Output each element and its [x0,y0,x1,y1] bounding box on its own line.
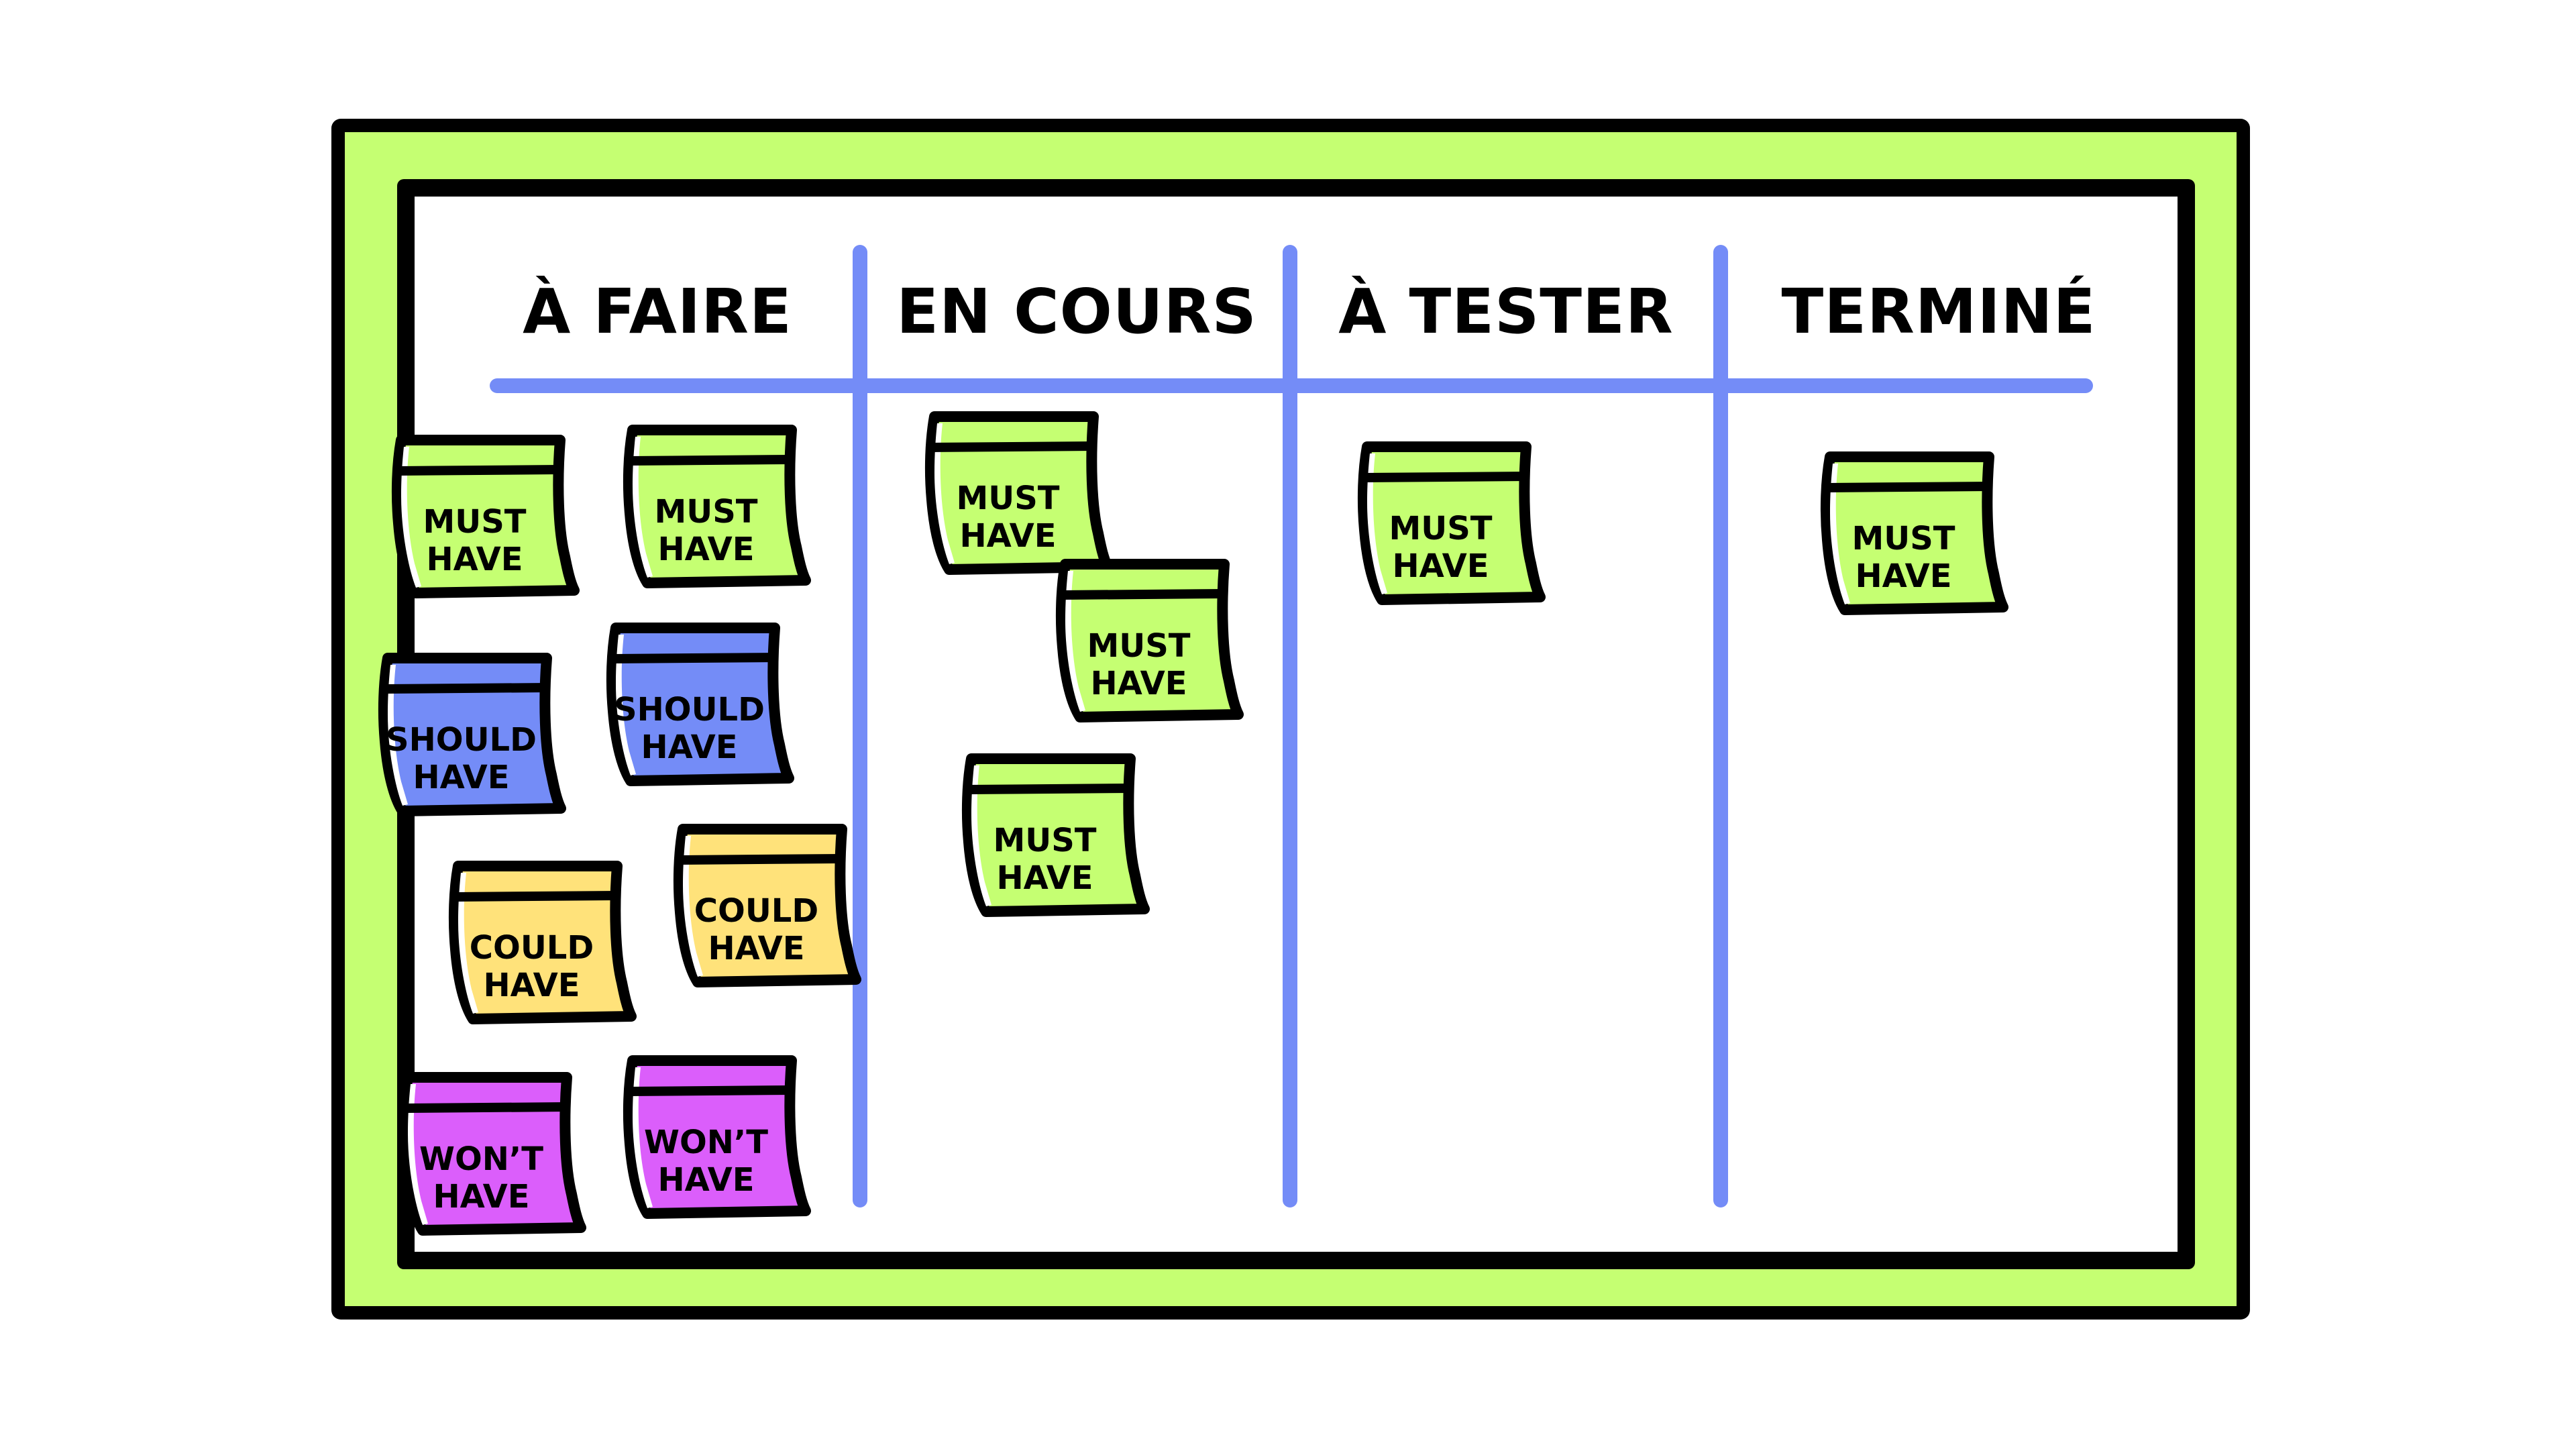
sticky-note-wont[interactable]: WON’T HAVE [396,1067,586,1244]
column-divider-1 [853,245,867,1208]
sticky-note-label: SHOULD HAVE [382,721,540,796]
sticky-note-label-line2: HAVE [413,759,510,796]
sticky-note-label: MUST HAVE [627,493,785,568]
sticky-note-label: WON’T HAVE [627,1124,785,1199]
sticky-note-label-line2: HAVE [433,1178,530,1216]
sticky-note-label-line1: WON’T [419,1140,543,1178]
sticky-note-must[interactable]: MUST HAVE [1053,553,1244,731]
sticky-note-must[interactable]: MUST HAVE [621,419,811,597]
sticky-note-label-line1: SHOULD [614,691,765,729]
column-header-en-cours: EN COURS [896,276,1257,347]
sticky-note-label-line2: HAVE [641,729,738,766]
column-header-termine: TERMINÉ [1781,276,2096,347]
sticky-note-label: COULD HAVE [678,892,835,967]
column-header-a-tester: À TESTER [1338,276,1674,347]
sticky-note-label-line2: HAVE [996,859,1093,897]
sticky-note-label-line1: MUST [1389,510,1493,547]
sticky-note-label: MUST HAVE [396,503,553,578]
sticky-note-should[interactable]: SHOULD HAVE [604,617,794,795]
sticky-note-could[interactable]: COULD HAVE [446,855,637,1033]
sticky-note-label-line1: COULD [469,929,594,967]
sticky-note-must[interactable]: MUST HAVE [389,429,580,607]
sticky-note-label: MUST HAVE [1060,627,1218,702]
sticky-note-label-line2: HAVE [1392,547,1489,585]
sticky-note-label-line2: HAVE [708,930,805,967]
sticky-note-label-line2: HAVE [1090,665,1187,702]
sticky-note-label-line2: HAVE [959,517,1057,555]
column-divider-2 [1283,245,1297,1208]
sticky-note-label-line2: HAVE [657,1161,755,1199]
sticky-note-label: MUST HAVE [1362,510,1519,585]
sticky-note-must[interactable]: MUST HAVE [1355,436,1546,614]
column-divider-3 [1713,245,1728,1208]
sticky-note-label-line1: MUST [993,822,1097,859]
sticky-note-label: MUST HAVE [929,480,1087,555]
sticky-note-label: COULD HAVE [453,929,610,1004]
sticky-note-label-line1: MUST [1851,520,1955,557]
sticky-note-label-line1: MUST [1087,627,1191,665]
sticky-note-label: WON’T HAVE [402,1140,560,1216]
sticky-note-wont[interactable]: WON’T HAVE [621,1050,811,1228]
sticky-note-label-line2: HAVE [426,541,523,578]
sticky-note-label-line2: HAVE [483,967,580,1004]
sticky-note-label-line2: HAVE [657,531,755,568]
sticky-note-must[interactable]: MUST HAVE [1818,446,2008,624]
sticky-note-label-line2: HAVE [1855,557,1952,595]
sticky-note-label: MUST HAVE [966,822,1124,897]
sticky-note-label: SHOULD HAVE [610,691,768,766]
sticky-note-label-line1: WON’T [644,1124,768,1161]
sticky-note-label-line1: MUST [956,480,1060,517]
sticky-note-label: MUST HAVE [1825,520,1982,595]
sticky-note-label-line1: COULD [694,892,819,930]
column-header-a-faire: À FAIRE [523,276,792,347]
sticky-note-label-line1: MUST [423,503,527,541]
sticky-note-label-line1: SHOULD [386,721,537,759]
sticky-note-label-line1: MUST [654,493,758,531]
sticky-note-could[interactable]: COULD HAVE [671,818,861,996]
sticky-note-should[interactable]: SHOULD HAVE [376,647,566,825]
sticky-note-must[interactable]: MUST HAVE [959,748,1150,926]
